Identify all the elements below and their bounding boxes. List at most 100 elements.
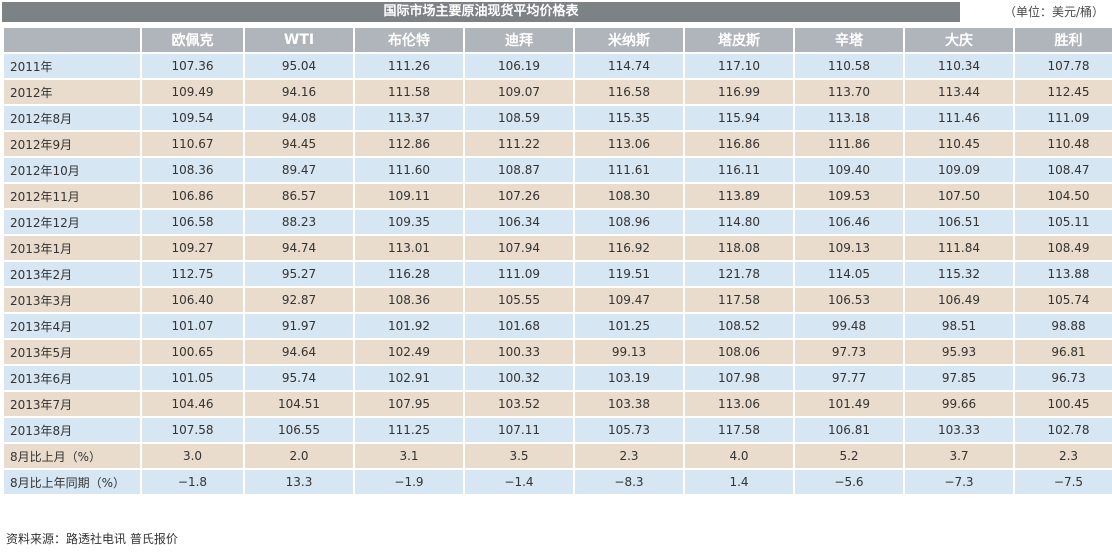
price-cell: 1.4 <box>685 470 793 494</box>
price-cell: 100.65 <box>142 340 243 364</box>
row-label: 2012年12月 <box>4 210 140 234</box>
price-cell: 117.58 <box>685 418 793 442</box>
price-cell: 101.25 <box>575 314 683 338</box>
price-cell: 108.36 <box>355 288 463 312</box>
price-cell: 106.81 <box>795 418 903 442</box>
price-cell: 108.47 <box>1015 158 1112 182</box>
price-cell: 104.46 <box>142 392 243 416</box>
price-cell: 96.81 <box>1015 340 1112 364</box>
price-cell: −8.3 <box>575 470 683 494</box>
price-cell: 105.73 <box>575 418 683 442</box>
table-row: 2012年12月 106.58 88.23 109.35 106.34 108.96 114… <box>4 210 1112 234</box>
price-cell: 111.84 <box>905 236 1013 260</box>
price-cell: 97.73 <box>795 340 903 364</box>
price-cell: 104.50 <box>1015 184 1112 208</box>
price-cell: 98.51 <box>905 314 1013 338</box>
price-cell: 107.94 <box>465 236 573 260</box>
price-cell: 94.16 <box>245 80 353 104</box>
price-cell: −5.6 <box>795 470 903 494</box>
header-cell: 胜利 <box>1015 28 1112 52</box>
table-row: 2013年2月 112.75 95.27 116.28 111.09 119.51 121.… <box>4 262 1112 286</box>
table-row: 2012年 109.49 94.16 111.58 109.07 116.58 116.99… <box>4 80 1112 104</box>
price-cell: 107.58 <box>142 418 243 442</box>
price-cell: 3.7 <box>905 444 1013 468</box>
row-label: 2013年2月 <box>4 262 140 286</box>
price-cell: 107.26 <box>465 184 573 208</box>
table-row: 2013年3月 106.40 92.87 108.36 105.55 109.47 117.… <box>4 288 1112 312</box>
price-cell: 89.47 <box>245 158 353 182</box>
table-row: 2013年6月 101.05 95.74 102.91 100.32 103.19 107.… <box>4 366 1112 390</box>
header-cell: 布伦特 <box>355 28 463 52</box>
table-row: 2012年11月 106.86 86.57 109.11 107.26 108.30 113… <box>4 184 1112 208</box>
price-cell: 101.07 <box>142 314 243 338</box>
price-cell: 114.74 <box>575 54 683 78</box>
header-cell: 米纳斯 <box>575 28 683 52</box>
price-cell: 113.01 <box>355 236 463 260</box>
price-cell: 96.73 <box>1015 366 1112 390</box>
price-cell: 94.74 <box>245 236 353 260</box>
price-cell: 104.51 <box>245 392 353 416</box>
header-cell: 塔皮斯 <box>685 28 793 52</box>
price-cell: 106.58 <box>142 210 243 234</box>
price-cell: 108.52 <box>685 314 793 338</box>
price-cell: 97.85 <box>905 366 1013 390</box>
price-cell: 88.23 <box>245 210 353 234</box>
price-cell: 100.45 <box>1015 392 1112 416</box>
price-cell: 102.91 <box>355 366 463 390</box>
source-note: 资料来源：路透社电讯 普氏报价 <box>6 532 178 546</box>
header-cell: WTI <box>245 28 353 52</box>
price-cell: 108.59 <box>465 106 573 130</box>
price-cell: 91.97 <box>245 314 353 338</box>
row-label: 8月比上年同期（%） <box>4 470 140 494</box>
price-cell: −1.8 <box>142 470 243 494</box>
price-cell: 108.06 <box>685 340 793 364</box>
price-cell: 99.66 <box>905 392 1013 416</box>
price-cell: 111.61 <box>575 158 683 182</box>
price-cell: 2.0 <box>245 444 353 468</box>
unit-label: （单位：美元/桶） <box>1003 5 1104 19</box>
price-cell: 111.60 <box>355 158 463 182</box>
table-row: 2013年4月 101.07 91.97 101.92 101.68 101.25 108.… <box>4 314 1112 338</box>
price-cell: 114.80 <box>685 210 793 234</box>
price-table: 欧佩克 WTI 布伦特 迪拜 米纳斯 塔皮斯 辛塔 大庆 胜利 2011年 107.36 95.04… <box>2 26 1112 496</box>
price-cell: 13.3 <box>245 470 353 494</box>
price-cell: 101.68 <box>465 314 573 338</box>
price-cell: 3.0 <box>142 444 243 468</box>
row-label: 2013年8月 <box>4 418 140 442</box>
price-cell: 111.46 <box>905 106 1013 130</box>
price-cell: −7.5 <box>1015 470 1112 494</box>
price-cell: 109.49 <box>142 80 243 104</box>
price-cell: 92.87 <box>245 288 353 312</box>
row-label: 2013年1月 <box>4 236 140 260</box>
price-cell: 109.07 <box>465 80 573 104</box>
price-cell: 116.28 <box>355 262 463 286</box>
price-cell: 105.74 <box>1015 288 1112 312</box>
price-cell: 106.53 <box>795 288 903 312</box>
price-cell: 113.06 <box>685 392 793 416</box>
price-cell: −7.3 <box>905 470 1013 494</box>
title-bar: 国际市场主要原油现货平均价格表 （单位：美元/桶） <box>0 0 1112 22</box>
price-cell: 116.99 <box>685 80 793 104</box>
price-cell: 94.45 <box>245 132 353 156</box>
price-cell: 115.32 <box>905 262 1013 286</box>
price-cell: 97.77 <box>795 366 903 390</box>
price-cell: 116.92 <box>575 236 683 260</box>
price-cell: 2.3 <box>1015 444 1112 468</box>
row-label: 2013年3月 <box>4 288 140 312</box>
price-cell: 113.70 <box>795 80 903 104</box>
price-cell: 95.04 <box>245 54 353 78</box>
price-cell: 109.27 <box>142 236 243 260</box>
price-cell: 100.32 <box>465 366 573 390</box>
table-row: 2013年8月 107.58 106.55 111.25 107.11 105.73 117… <box>4 418 1112 442</box>
price-cell: 112.86 <box>355 132 463 156</box>
price-cell: 105.11 <box>1015 210 1112 234</box>
row-label: 2013年7月 <box>4 392 140 416</box>
price-cell: 111.09 <box>465 262 573 286</box>
price-cell: 95.74 <box>245 366 353 390</box>
price-cell: 99.48 <box>795 314 903 338</box>
row-label: 2011年 <box>4 54 140 78</box>
price-cell: 109.54 <box>142 106 243 130</box>
price-cell: 2.3 <box>575 444 683 468</box>
price-cell: 5.2 <box>795 444 903 468</box>
row-label: 2013年5月 <box>4 340 140 364</box>
